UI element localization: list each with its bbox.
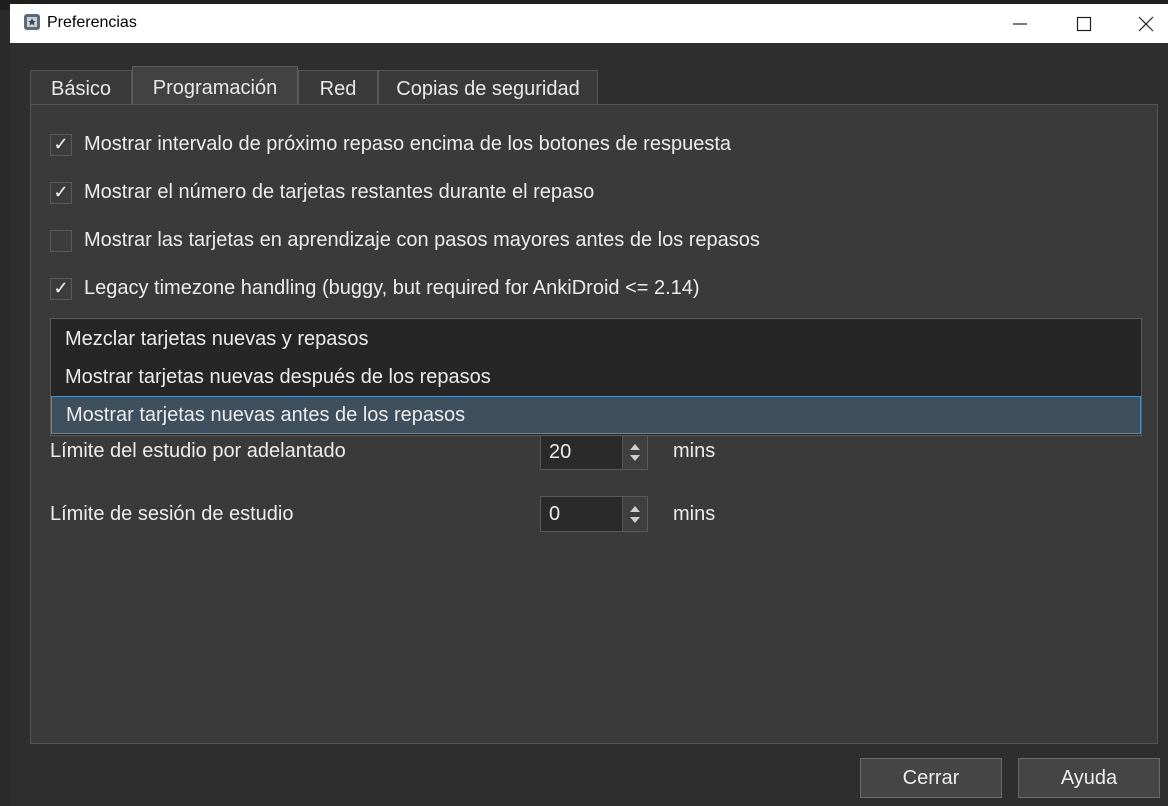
check-icon: ✓ — [53, 134, 69, 154]
spinbox-value: 20 — [549, 441, 572, 463]
arrow-up-icon[interactable] — [629, 443, 641, 451]
spinbox-arrows[interactable] — [622, 435, 647, 469]
checkbox[interactable]: ✓ — [50, 277, 72, 300]
button-label: Cerrar — [902, 766, 960, 789]
tab-label: Programación — [152, 77, 278, 99]
close-window-button[interactable] — [1116, 4, 1168, 43]
tab-copias-de-seguridad[interactable]: Copias de seguridad — [378, 70, 598, 108]
arrow-up-icon[interactable] — [629, 505, 641, 513]
option-text: Mostrar tarjetas nuevas después de los r… — [65, 365, 491, 388]
option-show-remaining-count[interactable]: ✓ Mostrar el número de tarjetas restante… — [50, 181, 594, 204]
check-icon: ✓ — [53, 278, 69, 298]
close-icon — [1138, 16, 1154, 31]
study-ahead-limit-label: Límite del estudio por adelantado — [50, 440, 346, 462]
option-show-next-interval[interactable]: ✓ Mostrar intervalo de próximo repaso en… — [50, 133, 731, 156]
window-title: Preferencias — [47, 14, 137, 31]
session-limit-label: Límite de sesión de estudio — [50, 503, 294, 525]
help-button[interactable]: Ayuda — [1018, 758, 1160, 798]
spinbox-arrows[interactable] — [622, 497, 647, 531]
checkbox[interactable] — [50, 229, 72, 252]
arrow-down-icon[interactable] — [629, 454, 641, 462]
option-legacy-timezone[interactable]: ✓ Legacy timezone handling (buggy, but r… — [50, 277, 700, 300]
checkbox[interactable]: ✓ — [50, 133, 72, 156]
new-cards-order-dropdown-list: Mezclar tarjetas nuevas y repasos Mostra… — [50, 318, 1142, 436]
spinbox-value: 0 — [549, 503, 561, 525]
option-label: Mostrar las tarjetas en aprendizaje con … — [84, 229, 760, 251]
tab-basico[interactable]: Básico — [30, 70, 132, 108]
dropdown-option-after[interactable]: Mostrar tarjetas nuevas después de los r… — [51, 358, 1141, 396]
option-label: Mostrar el número de tarjetas restantes … — [84, 181, 595, 203]
tab-red[interactable]: Red — [298, 70, 378, 108]
preferences-window: Preferencias Básico Programación Red Cop… — [10, 4, 1168, 806]
study-ahead-limit-spinbox[interactable]: 20 — [540, 434, 648, 470]
maximize-button[interactable] — [1054, 4, 1114, 43]
session-limit-unit: mins — [673, 503, 716, 525]
app-icon — [24, 14, 40, 30]
title-bar: Preferencias — [10, 4, 1168, 43]
check-icon: ✓ — [53, 182, 69, 202]
close-button[interactable]: Cerrar — [860, 758, 1002, 798]
option-label: Mostrar intervalo de próximo repaso enci… — [84, 133, 732, 155]
option-learning-cards-first[interactable]: Mostrar las tarjetas en aprendizaje con … — [50, 229, 760, 252]
arrow-down-icon[interactable] — [629, 516, 641, 524]
minimize-icon — [1013, 22, 1027, 25]
minimize-button[interactable] — [990, 4, 1050, 43]
option-label: Legacy timezone handling (buggy, but req… — [84, 277, 700, 299]
study-ahead-unit: mins — [673, 440, 716, 462]
dropdown-option-mix[interactable]: Mezclar tarjetas nuevas y repasos — [51, 320, 1141, 358]
maximize-icon — [1076, 16, 1092, 31]
tab-label: Básico — [50, 78, 112, 100]
session-limit-spinbox[interactable]: 0 — [540, 496, 648, 532]
option-text: Mostrar tarjetas nuevas antes de los rep… — [66, 403, 466, 426]
checkbox[interactable]: ✓ — [50, 181, 72, 204]
dropdown-option-before[interactable]: Mostrar tarjetas nuevas antes de los rep… — [51, 396, 1141, 434]
option-text: Mezclar tarjetas nuevas y repasos — [65, 327, 369, 350]
tab-label: Red — [319, 78, 357, 100]
button-label: Ayuda — [1060, 766, 1118, 789]
tab-label: Copias de seguridad — [396, 78, 580, 100]
